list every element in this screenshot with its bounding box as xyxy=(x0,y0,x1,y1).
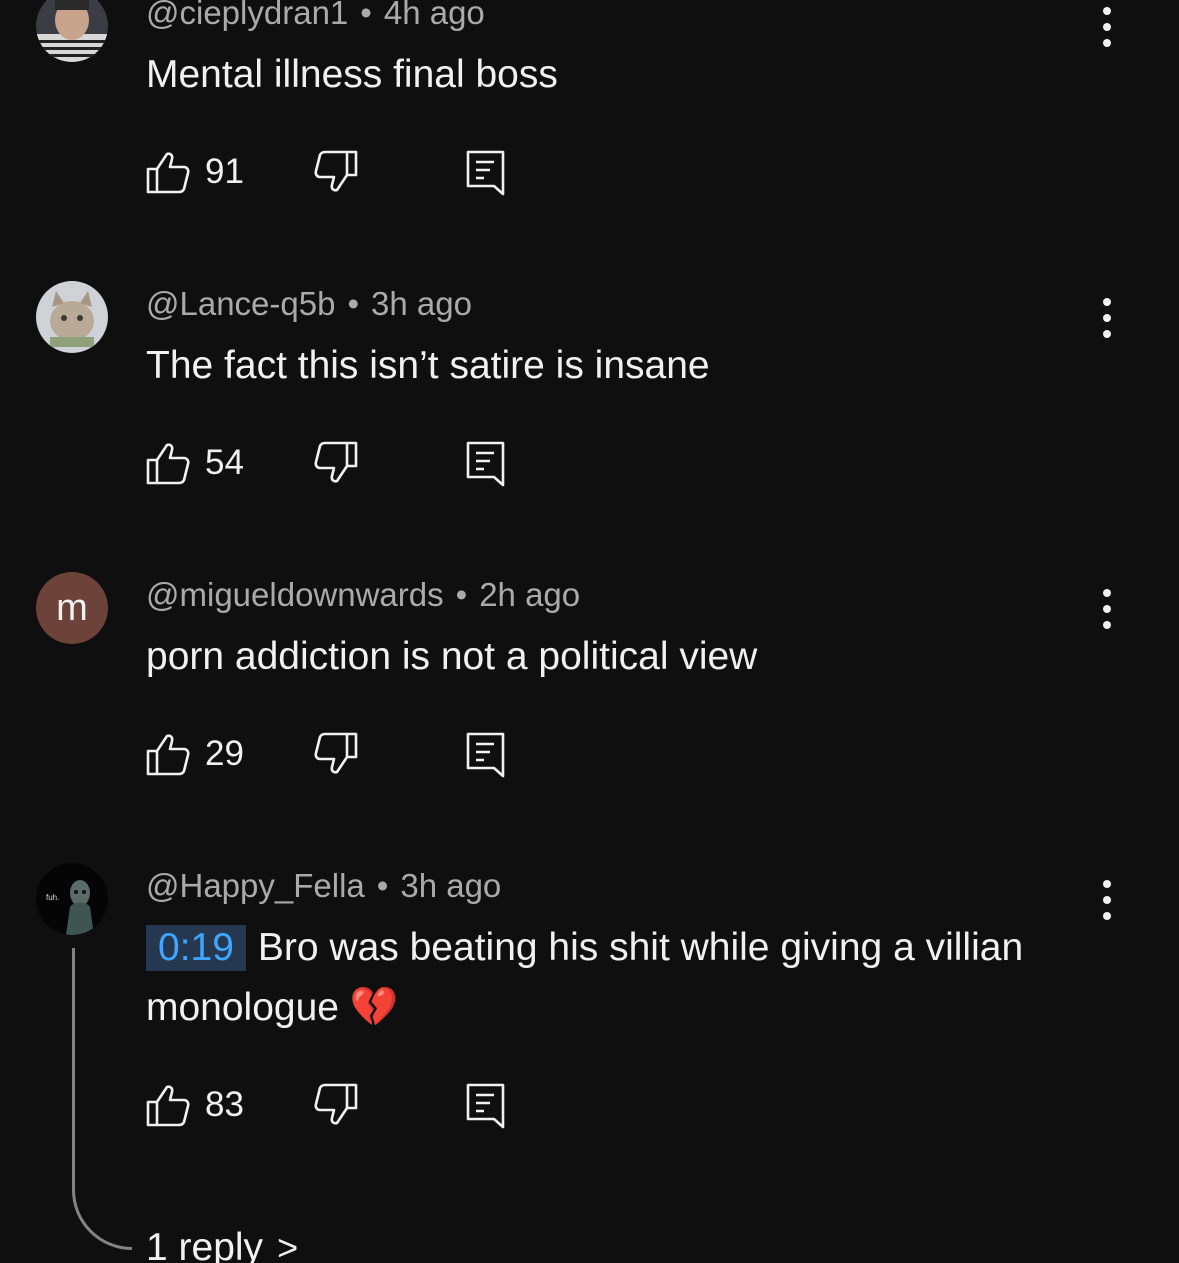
like-icon[interactable] xyxy=(146,150,190,194)
like-icon[interactable] xyxy=(146,1083,190,1127)
like-count: 83 xyxy=(205,1085,244,1124)
comment-time: 3h ago xyxy=(371,285,472,322)
comment-body: Mental illness final boss xyxy=(146,53,558,96)
comment-time: 2h ago xyxy=(479,576,581,613)
more-options-icon[interactable] xyxy=(1094,880,1120,920)
meta-separator: • xyxy=(455,576,468,613)
dislike-icon[interactable] xyxy=(314,1083,358,1127)
replies-label: 1 reply xyxy=(146,1226,264,1263)
reply-icon[interactable] xyxy=(466,441,506,487)
comment-text: The fact this isn’t satire is insane xyxy=(146,336,1046,396)
comment-meta: @Happy_Fella • 3h ago xyxy=(146,867,501,905)
like-count: 91 xyxy=(205,152,244,191)
comment-time: 3h ago xyxy=(400,867,502,904)
comment-author[interactable]: @migueldownwards xyxy=(146,576,444,613)
dislike-icon[interactable] xyxy=(314,441,358,485)
chevron-right-icon: > xyxy=(277,1227,299,1263)
like-count: 29 xyxy=(205,734,244,773)
comment-author[interactable]: @cieplydran1 xyxy=(146,0,348,31)
avatar-caption: fuh. xyxy=(46,893,60,902)
meta-separator: • xyxy=(376,867,389,904)
comment-meta: @cieplydran1 • 4h ago xyxy=(146,0,485,32)
like-count: 54 xyxy=(205,443,244,482)
reply-thread-line xyxy=(72,948,132,1250)
reply-icon[interactable] xyxy=(466,1083,506,1129)
comments-page: @cieplydran1 • 4h ago Mental illness final… xyxy=(0,0,1179,1263)
dislike-icon[interactable] xyxy=(314,150,358,194)
reply-icon[interactable] xyxy=(466,150,506,196)
video-timestamp-link[interactable]: 0:19 xyxy=(146,925,246,971)
comment-actions: 54 xyxy=(146,441,546,487)
like-icon[interactable] xyxy=(146,441,190,485)
avatar[interactable]: fuh. xyxy=(36,863,108,935)
reply-icon[interactable] xyxy=(466,732,506,778)
comment-body: Bro was beating his shit while giving a … xyxy=(146,926,1024,1029)
avatar-letter: m xyxy=(56,586,88,629)
comment-author[interactable]: @Happy_Fella xyxy=(146,867,365,904)
comment-actions: 29 xyxy=(146,732,546,778)
comment-time: 4h ago xyxy=(383,0,485,31)
comment-text: porn addiction is not a political view xyxy=(146,627,1046,687)
avatar[interactable]: m xyxy=(36,572,108,644)
avatar[interactable] xyxy=(36,281,108,353)
comment-actions: 83 xyxy=(146,1083,546,1129)
comment-actions: 91 xyxy=(146,150,546,196)
more-options-icon[interactable] xyxy=(1094,7,1120,47)
broken-heart-emoji: 💔 xyxy=(349,986,399,1029)
comment-body: porn addiction is not a political view xyxy=(146,635,758,678)
comment-meta: @migueldownwards • 2h ago xyxy=(146,576,580,614)
comment-text: 0:19 Bro was beating his shit while givin… xyxy=(146,918,1046,1038)
meta-separator: • xyxy=(347,285,360,322)
more-options-icon[interactable] xyxy=(1094,298,1120,338)
comment-body: The fact this isn’t satire is insane xyxy=(146,344,710,387)
avatar[interactable] xyxy=(36,0,108,62)
comment-author[interactable]: @Lance-q5b xyxy=(146,285,335,322)
view-replies-button[interactable]: 1 reply > xyxy=(146,1226,298,1263)
meta-separator: • xyxy=(360,0,372,31)
like-icon[interactable] xyxy=(146,732,190,776)
comment-text: Mental illness final boss xyxy=(146,45,1046,105)
comment-meta: @Lance-q5b • 3h ago xyxy=(146,285,472,323)
more-options-icon[interactable] xyxy=(1094,589,1120,629)
dislike-icon[interactable] xyxy=(314,732,358,776)
